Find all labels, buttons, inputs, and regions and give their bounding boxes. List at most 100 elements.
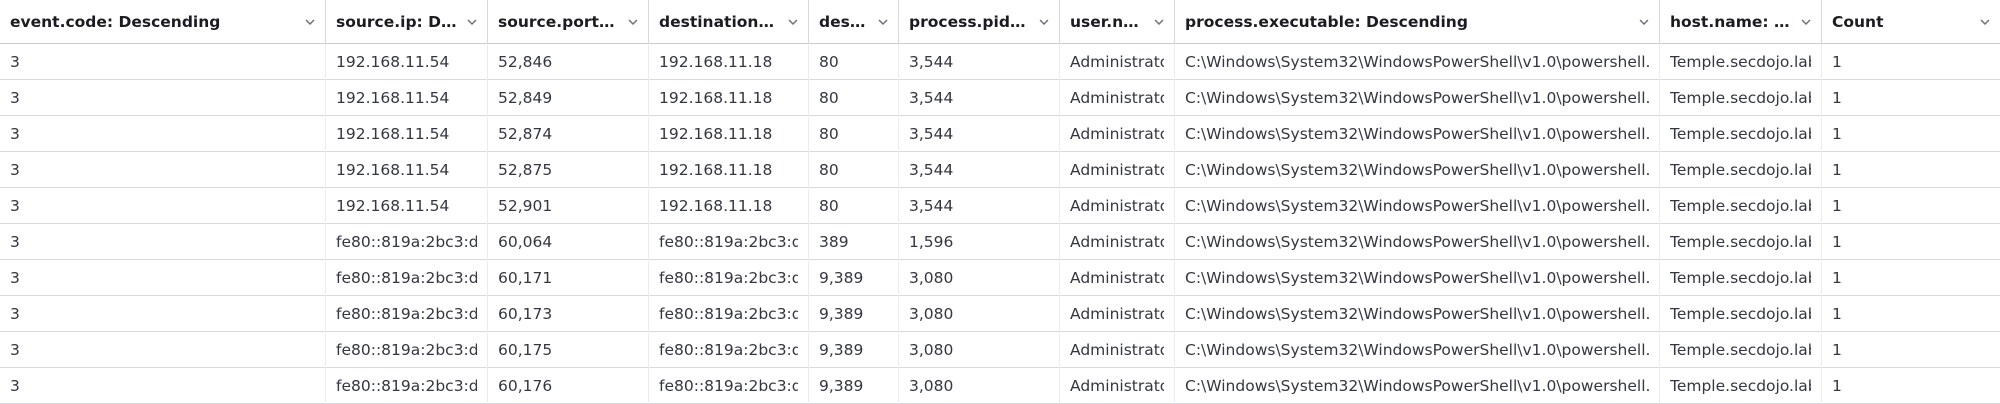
cell-destination-port[interactable]: 80 — [809, 116, 899, 152]
cell-count[interactable]: 1 — [1822, 224, 2000, 260]
chevron-down-icon[interactable] — [786, 15, 800, 29]
cell-host-name[interactable]: Temple.secdojo.lab — [1660, 224, 1822, 260]
cell-user-name[interactable]: Administrator — [1060, 188, 1175, 224]
cell-event-code[interactable]: 3 — [0, 116, 326, 152]
cell-user-name[interactable]: Administrator — [1060, 116, 1175, 152]
cell-destination-port[interactable]: 9,389 — [809, 332, 899, 368]
cell-user-name[interactable]: Administrator — [1060, 44, 1175, 80]
cell-process-pid[interactable]: 3,544 — [899, 80, 1060, 116]
cell-count[interactable]: 1 — [1822, 332, 2000, 368]
cell-host-name[interactable]: Temple.secdojo.lab — [1660, 188, 1822, 224]
cell-count[interactable]: 1 — [1822, 260, 2000, 296]
cell-source-port[interactable]: 60,064 — [488, 224, 649, 260]
cell-process-executable[interactable]: C:\Windows\System32\WindowsPowerShell\v1… — [1175, 116, 1660, 152]
cell-source-ip[interactable]: 192.168.11.54 — [326, 80, 488, 116]
cell-event-code[interactable]: 3 — [0, 224, 326, 260]
cell-host-name[interactable]: Temple.secdojo.lab — [1660, 80, 1822, 116]
cell-host-name[interactable]: Temple.secdojo.lab — [1660, 152, 1822, 188]
cell-host-name[interactable]: Temple.secdojo.lab — [1660, 332, 1822, 368]
cell-destination-ip[interactable]: fe80::819a:2bc3:dc49 — [649, 368, 809, 404]
column-header-user-name[interactable]: user.name: Descending — [1060, 0, 1175, 44]
cell-user-name[interactable]: Administrator — [1060, 332, 1175, 368]
cell-destination-ip[interactable]: 192.168.11.18 — [649, 80, 809, 116]
cell-process-executable[interactable]: C:\Windows\System32\WindowsPowerShell\v1… — [1175, 224, 1660, 260]
cell-host-name[interactable]: Temple.secdojo.lab — [1660, 260, 1822, 296]
cell-user-name[interactable]: Administrator — [1060, 152, 1175, 188]
cell-source-ip[interactable]: fe80::819a:2bc3:dc49 — [326, 260, 488, 296]
cell-event-code[interactable]: 3 — [0, 332, 326, 368]
cell-user-name[interactable]: Administrator — [1060, 80, 1175, 116]
cell-process-pid[interactable]: 3,544 — [899, 44, 1060, 80]
column-header-source-ip[interactable]: source.ip: Descending — [326, 0, 488, 44]
cell-count[interactable]: 1 — [1822, 44, 2000, 80]
cell-destination-port[interactable]: 80 — [809, 188, 899, 224]
cell-user-name[interactable]: Administrator — [1060, 260, 1175, 296]
cell-event-code[interactable]: 3 — [0, 296, 326, 332]
cell-process-pid[interactable]: 3,080 — [899, 260, 1060, 296]
cell-host-name[interactable]: Temple.secdojo.lab — [1660, 116, 1822, 152]
cell-process-executable[interactable]: C:\Windows\System32\WindowsPowerShell\v1… — [1175, 152, 1660, 188]
cell-event-code[interactable]: 3 — [0, 44, 326, 80]
cell-count[interactable]: 1 — [1822, 80, 2000, 116]
cell-source-ip[interactable]: 192.168.11.54 — [326, 44, 488, 80]
cell-user-name[interactable]: Administrator — [1060, 368, 1175, 404]
column-header-source-port[interactable]: source.port: Descending — [488, 0, 649, 44]
chevron-down-icon[interactable] — [1799, 15, 1813, 29]
cell-destination-ip[interactable]: fe80::819a:2bc3:dc49 — [649, 260, 809, 296]
chevron-down-icon[interactable] — [876, 15, 890, 29]
chevron-down-icon[interactable] — [1152, 15, 1166, 29]
cell-process-pid[interactable]: 3,080 — [899, 368, 1060, 404]
cell-host-name[interactable]: Temple.secdojo.lab — [1660, 368, 1822, 404]
cell-destination-ip[interactable]: 192.168.11.18 — [649, 188, 809, 224]
cell-event-code[interactable]: 3 — [0, 80, 326, 116]
cell-user-name[interactable]: Administrator — [1060, 296, 1175, 332]
cell-process-pid[interactable]: 3,544 — [899, 116, 1060, 152]
cell-process-executable[interactable]: C:\Windows\System32\WindowsPowerShell\v1… — [1175, 332, 1660, 368]
cell-count[interactable]: 1 — [1822, 116, 2000, 152]
cell-process-pid[interactable]: 3,080 — [899, 332, 1060, 368]
cell-event-code[interactable]: 3 — [0, 260, 326, 296]
column-header-destination-ip[interactable]: destination.ip: Descending — [649, 0, 809, 44]
cell-destination-port[interactable]: 9,389 — [809, 260, 899, 296]
cell-process-executable[interactable]: C:\Windows\System32\WindowsPowerShell\v1… — [1175, 296, 1660, 332]
column-header-event-code[interactable]: event.code: Descending — [0, 0, 326, 44]
cell-process-executable[interactable]: C:\Windows\System32\WindowsPowerShell\v1… — [1175, 44, 1660, 80]
cell-source-ip[interactable]: 192.168.11.54 — [326, 188, 488, 224]
cell-source-ip[interactable]: 192.168.11.54 — [326, 152, 488, 188]
chevron-down-icon[interactable] — [1037, 15, 1051, 29]
cell-destination-port[interactable]: 80 — [809, 80, 899, 116]
cell-destination-port[interactable]: 80 — [809, 44, 899, 80]
cell-destination-ip[interactable]: 192.168.11.18 — [649, 44, 809, 80]
cell-host-name[interactable]: Temple.secdojo.lab — [1660, 44, 1822, 80]
cell-destination-port[interactable]: 9,389 — [809, 368, 899, 404]
cell-process-pid[interactable]: 3,544 — [899, 188, 1060, 224]
cell-destination-port[interactable]: 389 — [809, 224, 899, 260]
cell-source-ip[interactable]: fe80::819a:2bc3:dc49 — [326, 368, 488, 404]
cell-source-ip[interactable]: 192.168.11.54 — [326, 116, 488, 152]
column-header-process-executable[interactable]: process.executable: Descending — [1175, 0, 1660, 44]
cell-source-port[interactable]: 52,849 — [488, 80, 649, 116]
cell-event-code[interactable]: 3 — [0, 368, 326, 404]
cell-source-port[interactable]: 60,175 — [488, 332, 649, 368]
cell-count[interactable]: 1 — [1822, 152, 2000, 188]
cell-source-port[interactable]: 52,875 — [488, 152, 649, 188]
cell-process-executable[interactable]: C:\Windows\System32\WindowsPowerShell\v1… — [1175, 188, 1660, 224]
cell-source-port[interactable]: 60,173 — [488, 296, 649, 332]
cell-user-name[interactable]: Administrator — [1060, 224, 1175, 260]
cell-count[interactable]: 1 — [1822, 296, 2000, 332]
chevron-down-icon[interactable] — [303, 15, 317, 29]
cell-destination-ip[interactable]: fe80::819a:2bc3:dc49 — [649, 296, 809, 332]
cell-process-pid[interactable]: 1,596 — [899, 224, 1060, 260]
chevron-down-icon[interactable] — [626, 15, 640, 29]
cell-source-port[interactable]: 60,176 — [488, 368, 649, 404]
column-header-process-pid[interactable]: process.pid: Descending — [899, 0, 1060, 44]
cell-source-port[interactable]: 60,171 — [488, 260, 649, 296]
cell-destination-ip[interactable]: 192.168.11.18 — [649, 116, 809, 152]
cell-process-executable[interactable]: C:\Windows\System32\WindowsPowerShell\v1… — [1175, 260, 1660, 296]
cell-event-code[interactable]: 3 — [0, 188, 326, 224]
cell-destination-port[interactable]: 9,389 — [809, 296, 899, 332]
column-header-host-name[interactable]: host.name: Descending — [1660, 0, 1822, 44]
cell-source-port[interactable]: 52,901 — [488, 188, 649, 224]
cell-event-code[interactable]: 3 — [0, 152, 326, 188]
cell-process-executable[interactable]: C:\Windows\System32\WindowsPowerShell\v1… — [1175, 80, 1660, 116]
